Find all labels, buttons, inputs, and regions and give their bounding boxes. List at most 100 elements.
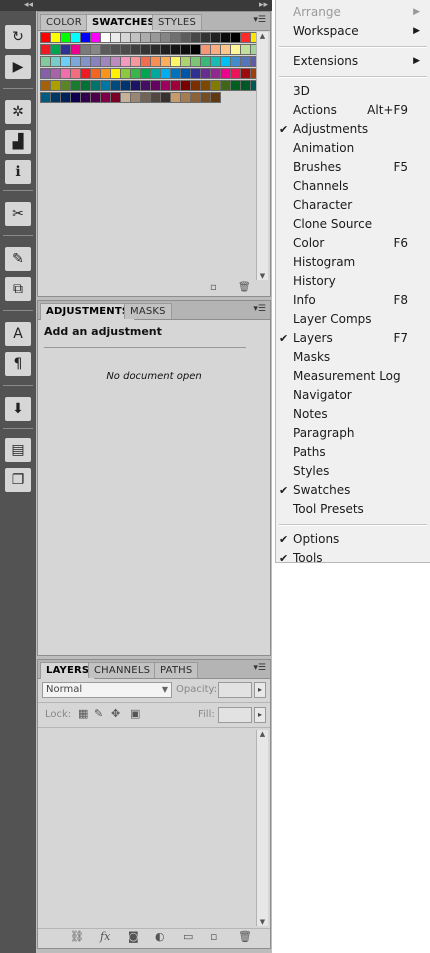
trash-icon[interactable]: 🗑	[238, 930, 252, 943]
tool-separator	[3, 235, 33, 236]
checkmark-icon: ✔	[279, 533, 289, 546]
layer-stack-icon[interactable]: ❐	[5, 468, 31, 492]
tool-separator	[3, 190, 33, 191]
menu-item-tools[interactable]: ✔ Tools	[276, 549, 428, 568]
panel-dock-iconic: ◂◂ ↻ ▶ ✲ ▟ ℹ ✂ ✎ ⧉ A ¶ ⬇ ▤ ❐	[0, 0, 36, 953]
menu-item-shortcut: F8	[393, 293, 408, 307]
menu-item-notes[interactable]: Notes	[276, 405, 428, 424]
group-folder-icon[interactable]: ▭	[183, 930, 193, 943]
scroll-up-icon[interactable]: ▲	[257, 730, 268, 738]
menu-item-paths[interactable]: Paths	[276, 443, 428, 462]
new-layer-icon[interactable]: ▫	[210, 930, 217, 943]
menu-item-label: Paragraph	[293, 426, 355, 440]
collapse-arrows-icon[interactable]: ◂◂	[24, 0, 33, 11]
menu-item-animation[interactable]: Animation	[276, 139, 428, 158]
menu-item-label: Histogram	[293, 255, 356, 269]
mask-icon[interactable]: ◙	[128, 930, 139, 943]
lock-image-icon[interactable]: ✎	[94, 707, 103, 720]
fx-icon[interactable]: fx	[100, 930, 110, 943]
scroll-up-icon[interactable]: ▲	[257, 32, 268, 40]
submenu-arrow-icon: ▶	[413, 26, 420, 36]
dock-collapse-bar[interactable]: ◂◂	[0, 0, 36, 11]
lock-all-icon[interactable]: ▣	[130, 707, 140, 720]
menu-item-history[interactable]: History	[276, 272, 428, 291]
menu-item-navigator[interactable]: Navigator	[276, 386, 428, 405]
menu-item-histogram[interactable]: Histogram	[276, 253, 428, 272]
menu-item-actions[interactable]: Actions Alt+F9	[276, 101, 428, 120]
menu-item-label: Notes	[293, 407, 328, 421]
clone-source-icon[interactable]: ⧉	[5, 277, 31, 301]
opacity-label: Opacity:	[176, 684, 218, 695]
panel-menu-icon[interactable]: ▾☰	[253, 663, 266, 673]
swatch[interactable]	[210, 92, 221, 103]
swatches-panel: COLOR SWATCHES STYLES ▾☰ ▲ ▼ ▫ 🗑	[37, 11, 271, 297]
menu-item-options[interactable]: ✔ Options	[276, 530, 428, 549]
history-brush-icon[interactable]: ↻	[5, 25, 31, 49]
layers-scrollbar[interactable]: ▲ ▼	[256, 730, 268, 926]
menu-item-tool-presets[interactable]: Tool Presets	[276, 500, 428, 519]
menu-item-channels[interactable]: Channels	[276, 177, 428, 196]
menu-item-adjustments[interactable]: ✔ Adjustments	[276, 120, 428, 139]
histogram-icon[interactable]: ▟	[5, 130, 31, 154]
divider	[38, 928, 270, 929]
menu-item-workspace[interactable]: Workspace ▶	[276, 22, 428, 41]
tab-paths[interactable]: PATHS	[154, 662, 199, 678]
lock-transparent-icon[interactable]: ▦	[78, 707, 88, 720]
scroll-down-icon[interactable]: ▼	[257, 918, 268, 926]
lock-position-icon[interactable]: ✥	[111, 707, 120, 720]
tools-icon[interactable]: ✂	[5, 202, 31, 226]
menu-item-color[interactable]: Color F6	[276, 234, 428, 253]
play-action-icon[interactable]: ▶	[5, 55, 31, 79]
tab-swatches[interactable]: SWATCHES	[86, 14, 161, 31]
menu-item-paragraph[interactable]: Paragraph	[276, 424, 428, 443]
adjustment-layer-icon[interactable]: ◐	[155, 930, 165, 943]
blend-mode-select[interactable]: Normal ▼	[42, 682, 172, 698]
link-layers-icon[interactable]: ⛓	[70, 930, 84, 943]
menu-item-arrange[interactable]: Arrange ▶	[276, 3, 428, 22]
trash-icon[interactable]: 🗑	[238, 282, 251, 293]
menu-item-extensions[interactable]: Extensions ▶	[276, 52, 428, 71]
fill-field[interactable]	[218, 707, 252, 723]
menu-item-label: Layers	[293, 331, 333, 345]
panel-collapse-bar[interactable]: ▸▸	[36, 0, 272, 11]
brush-preset-icon[interactable]: ✎	[5, 247, 31, 271]
tab-color[interactable]: COLOR	[40, 14, 88, 30]
navigator-icon[interactable]: ✲	[5, 100, 31, 124]
opacity-slider-button[interactable]: ▸	[254, 682, 266, 698]
menu-item-label: Workspace	[293, 24, 359, 38]
tab-masks[interactable]: MASKS	[124, 303, 172, 319]
menu-item-layers[interactable]: ✔ Layers F7	[276, 329, 428, 348]
menu-item-styles[interactable]: Styles	[276, 462, 428, 481]
menu-item-3d[interactable]: 3D	[276, 82, 428, 101]
layer-comps-icon[interactable]: ⬇	[5, 397, 31, 421]
menu-item-masks[interactable]: Masks	[276, 348, 428, 367]
menu-item-swatches[interactable]: ✔ Swatches	[276, 481, 428, 500]
opacity-field[interactable]	[218, 682, 252, 698]
menu-item-label: Tools	[293, 551, 323, 565]
paragraph-icon[interactable]: ¶	[5, 352, 31, 376]
submenu-arrow-icon: ▶	[413, 7, 420, 17]
menu-item-info[interactable]: Info F8	[276, 291, 428, 310]
menu-item-measurement-log[interactable]: Measurement Log	[276, 367, 428, 386]
divider	[38, 727, 270, 728]
character-icon[interactable]: A	[5, 322, 31, 346]
panel-menu-icon[interactable]: ▾☰	[253, 15, 266, 25]
new-swatch-icon[interactable]: ▫	[210, 282, 217, 293]
fill-slider-button[interactable]: ▸	[254, 707, 266, 723]
menu-item-shortcut: Alt+F9	[367, 103, 408, 117]
notes-icon[interactable]: ▤	[5, 438, 31, 462]
tab-channels[interactable]: CHANNELS	[88, 662, 157, 678]
tab-styles[interactable]: STYLES	[152, 14, 203, 30]
menu-item-layer-comps[interactable]: Layer Comps	[276, 310, 428, 329]
swatches-scrollbar[interactable]: ▲ ▼	[256, 32, 268, 280]
menu-item-label: Arrange	[293, 5, 341, 19]
menu-item-brushes[interactable]: Brushes F5	[276, 158, 428, 177]
menu-item-clone-source[interactable]: Clone Source	[276, 215, 428, 234]
info-icon[interactable]: ℹ	[5, 160, 31, 184]
tab-adjustments[interactable]: ADJUSTMENTS	[40, 303, 136, 320]
checkmark-icon: ✔	[279, 332, 289, 345]
expand-arrows-icon[interactable]: ▸▸	[259, 0, 268, 11]
menu-item-character[interactable]: Character	[276, 196, 428, 215]
panel-menu-icon[interactable]: ▾☰	[253, 304, 266, 314]
scroll-down-icon[interactable]: ▼	[257, 272, 268, 280]
